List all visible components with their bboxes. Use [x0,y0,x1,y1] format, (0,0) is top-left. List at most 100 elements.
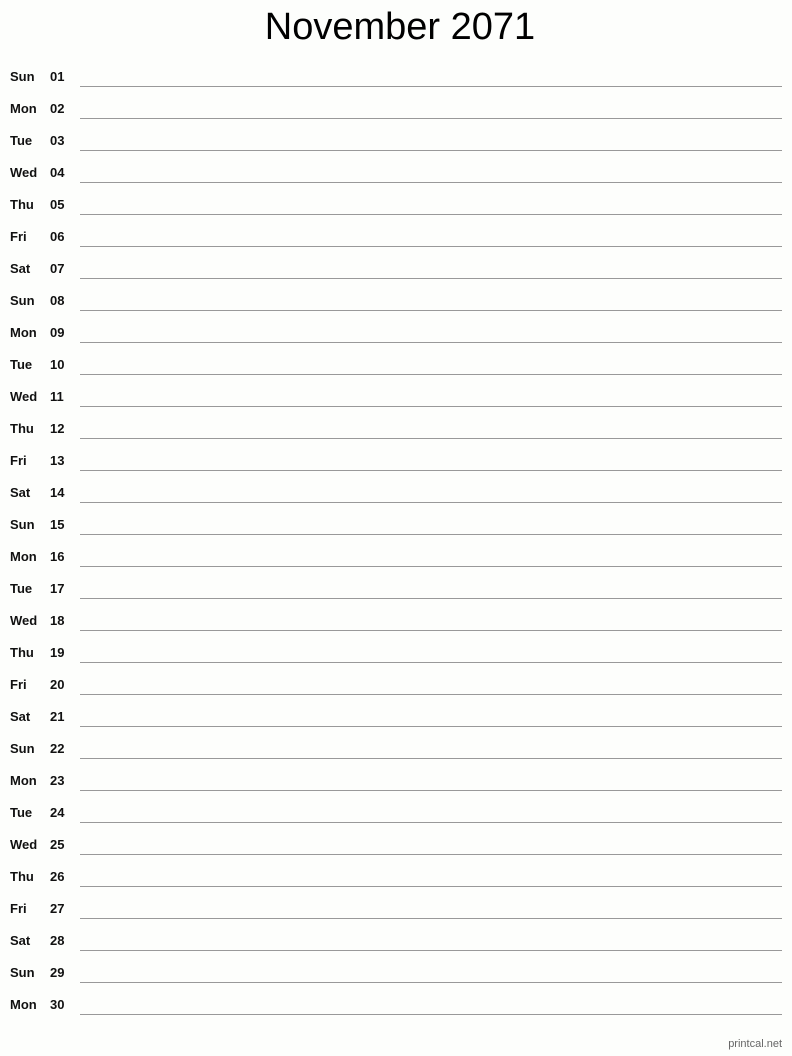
day-row: Fri 20 [0,668,792,700]
writing-line[interactable] [80,374,782,375]
writing-line[interactable] [80,278,782,279]
day-of-week: Thu [10,421,34,436]
writing-line[interactable] [80,246,782,247]
day-of-week: Mon [10,325,37,340]
day-row: Wed 25 [0,828,792,860]
day-of-week: Mon [10,997,37,1012]
writing-line[interactable] [80,918,782,919]
writing-line[interactable] [80,342,782,343]
day-of-week: Fri [10,453,27,468]
day-of-week: Wed [10,389,38,404]
day-of-week: Sat [10,261,31,276]
day-number: 10 [50,357,65,372]
page-title: November 2071 [264,6,536,48]
day-of-week: Sun [10,69,35,84]
day-row: Sat 28 [0,924,792,956]
day-number: 26 [50,869,65,884]
writing-line[interactable] [80,438,782,439]
writing-line[interactable] [80,470,782,471]
writing-line[interactable] [80,630,782,631]
day-number: 16 [50,549,65,564]
day-row: Mon 16 [0,540,792,572]
day-row: Sat 21 [0,700,792,732]
day-row: Wed 18 [0,604,792,636]
day-of-week: Sun [10,965,35,980]
day-of-week: Sun [10,517,35,532]
writing-line[interactable] [80,694,782,695]
day-number: 28 [50,933,65,948]
writing-line[interactable] [80,950,782,951]
day-number: 25 [50,837,65,852]
day-number: 20 [50,677,65,692]
day-row: Sun 01 [0,60,792,92]
writing-line[interactable] [80,406,782,407]
day-row: Thu 05 [0,188,792,220]
day-of-week: Tue [10,805,33,820]
day-number: 30 [50,997,65,1012]
writing-line[interactable] [80,790,782,791]
day-row: Mon 23 [0,764,792,796]
day-of-week: Wed [10,165,38,180]
day-number: 15 [50,517,65,532]
day-row: Wed 04 [0,156,792,188]
day-of-week: Mon [10,101,37,116]
writing-line[interactable] [80,854,782,855]
day-of-week: Fri [10,677,27,692]
day-number: 29 [50,965,65,980]
day-number: 27 [50,901,65,916]
day-number: 14 [50,485,65,500]
day-row: Thu 26 [0,860,792,892]
day-row: Fri 06 [0,220,792,252]
day-row: Mon 09 [0,316,792,348]
day-of-week: Mon [10,549,37,564]
day-row: Sat 07 [0,252,792,284]
day-number: 11 [50,389,64,404]
day-number: 24 [50,805,65,820]
writing-line[interactable] [80,1014,782,1015]
day-of-week: Fri [10,901,27,916]
day-number: 05 [50,197,65,212]
writing-line[interactable] [80,726,782,727]
day-number: 22 [50,741,65,756]
day-of-week: Mon [10,773,37,788]
day-row: Tue 24 [0,796,792,828]
writing-line[interactable] [80,182,782,183]
day-of-week: Tue [10,581,33,596]
day-of-week: Sun [10,741,35,756]
day-number: 23 [50,773,65,788]
day-of-week: Thu [10,197,34,212]
day-row: Sun 22 [0,732,792,764]
day-row: Tue 03 [0,124,792,156]
writing-line[interactable] [80,534,782,535]
day-number: 04 [50,165,65,180]
day-number: 19 [50,645,65,660]
day-of-week: Thu [10,645,34,660]
writing-line[interactable] [80,502,782,503]
day-row: Fri 27 [0,892,792,924]
writing-line[interactable] [80,310,782,311]
day-number: 13 [50,453,65,468]
day-number: 06 [50,229,65,244]
day-of-week: Wed [10,613,38,628]
day-list: Sun 01 Mon 02 Tue 03 Wed 04 Thu 05 Fri 06 Sat 07 Sun 08… [0,60,792,1020]
writing-line[interactable] [80,86,782,87]
writing-line[interactable] [80,118,782,119]
day-of-week: Sun [10,293,35,308]
day-number: 08 [50,293,65,308]
writing-line[interactable] [80,598,782,599]
day-of-week: Sat [10,709,31,724]
day-number: 07 [50,261,65,276]
day-number: 01 [50,69,65,84]
writing-line[interactable] [80,214,782,215]
day-row: Sun 29 [0,956,792,988]
writing-line[interactable] [80,886,782,887]
writing-line[interactable] [80,982,782,983]
writing-line[interactable] [80,758,782,759]
day-row: Fri 13 [0,444,792,476]
writing-line[interactable] [80,150,782,151]
day-row: Sun 15 [0,508,792,540]
day-number: 17 [50,581,65,596]
writing-line[interactable] [80,566,782,567]
writing-line[interactable] [80,822,782,823]
writing-line[interactable] [80,662,782,663]
